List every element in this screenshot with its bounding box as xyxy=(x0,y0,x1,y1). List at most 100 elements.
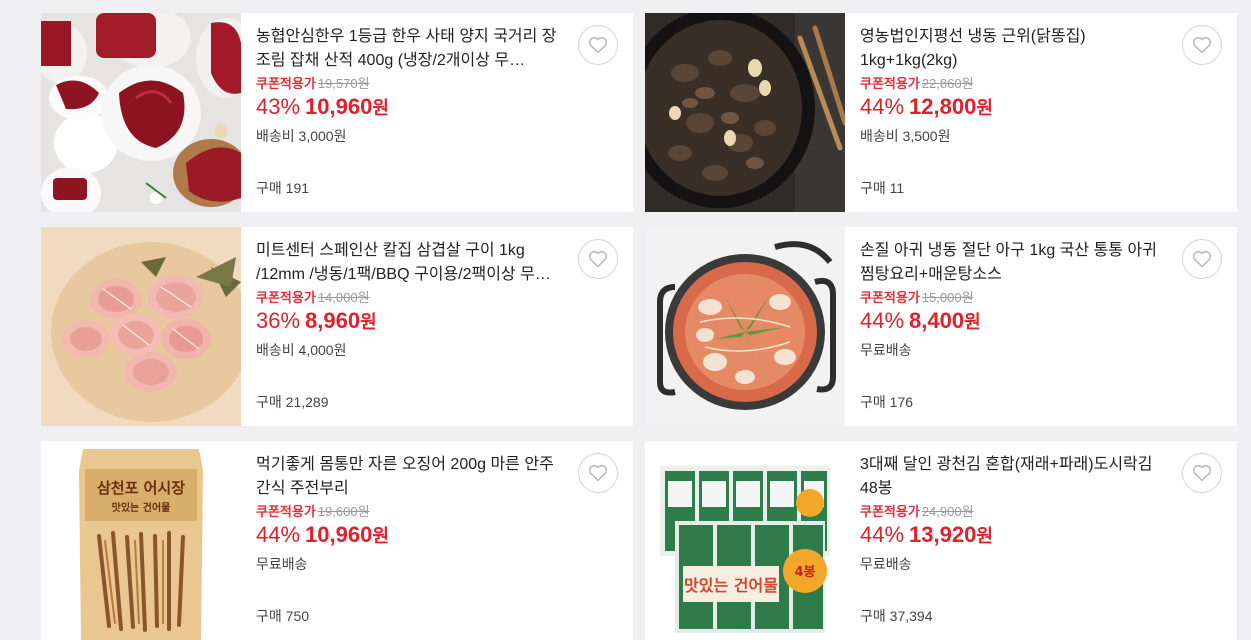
product-image[interactable] xyxy=(41,13,241,212)
heart-icon xyxy=(588,465,608,482)
purchase-count-label: 구매 xyxy=(860,180,886,196)
original-price-row: 쿠폰적용가 24,900원 xyxy=(860,504,1167,520)
purchase-count: 구매 191 xyxy=(256,178,309,198)
original-price: 24,900원 xyxy=(921,504,974,519)
coupon-label: 쿠폰적용가 xyxy=(256,76,316,91)
package-brand-text: 삼천포 어시장 xyxy=(97,479,185,497)
heart-icon xyxy=(1192,37,1212,54)
original-price: 14,000원 xyxy=(317,290,370,305)
currency-unit: 원 xyxy=(372,98,389,118)
wishlist-button[interactable] xyxy=(578,25,618,65)
product-card[interactable]: 농협안심한우 1등급 한우 사태 양지 국거리 장조림 잡채 산적 400g (… xyxy=(41,13,633,212)
coupon-label: 쿠폰적용가 xyxy=(860,76,920,91)
currency-unit: 원 xyxy=(976,526,993,546)
purchase-count: 구매 176 xyxy=(860,392,913,412)
product-info: 영농법인지평선 냉동 근위(닭똥집) 1kg+1kg(2kg) 쿠폰적용가 22,… xyxy=(845,13,1237,212)
sale-price: 10,960 xyxy=(305,94,373,119)
purchase-count-value: 21,289 xyxy=(285,394,329,410)
beef-cuts-image xyxy=(41,13,241,212)
package-sub-text: 맛있는 건어물 xyxy=(112,501,171,514)
original-price: 15,000원 xyxy=(921,290,974,305)
product-card[interactable]: 영농법인지평선 냉동 근위(닭똥집) 1kg+1kg(2kg) 쿠폰적용가 22,… xyxy=(645,13,1237,212)
product-card[interactable]: 맛있는 건어물 4봉 3대째 달인 광천김 혼합(재래+파래)도시락김 48봉 … xyxy=(645,441,1237,640)
product-info: 먹기좋게 몸통만 자른 오징어 200g 마른 안주 간식 주전부리 쿠폰적용가… xyxy=(241,441,633,640)
purchase-count: 구매 750 xyxy=(256,606,309,626)
heart-icon xyxy=(588,251,608,268)
discount-rate: 44% xyxy=(860,94,905,119)
price-row: 44% 10,960 원 xyxy=(256,522,563,549)
original-price: 19,570원 xyxy=(317,76,370,91)
original-price-row: 쿠폰적용가 15,000원 xyxy=(860,290,1167,306)
sale-price: 12,800 xyxy=(909,94,977,119)
sale-price: 10,960 xyxy=(305,522,373,547)
seaweed-packs-image: 맛있는 건어물 4봉 xyxy=(645,441,845,640)
original-price-row: 쿠폰적용가 22,860원 xyxy=(860,76,1167,92)
heart-icon xyxy=(1192,465,1212,482)
product-image[interactable]: 삼천포 어시장 맛있는 건어물 xyxy=(41,441,241,640)
purchase-count-label: 구매 xyxy=(256,180,282,196)
shipping-info: 배송비 4,000원 xyxy=(256,342,347,358)
product-title[interactable]: 농협안심한우 1등급 한우 사태 양지 국거리 장조림 잡채 산적 400g (… xyxy=(256,25,563,73)
purchase-count-label: 구매 xyxy=(256,394,282,410)
shipping-info: 배송비 3,500원 xyxy=(860,128,951,144)
pork-belly-rolls-image xyxy=(41,227,241,426)
discount-rate: 44% xyxy=(256,522,301,547)
original-price-row: 쿠폰적용가 19,600원 xyxy=(256,504,563,520)
coupon-label: 쿠폰적용가 xyxy=(860,504,920,519)
price-row: 44% 8,400 원 xyxy=(860,308,1167,335)
product-title[interactable]: 먹기좋게 몸통만 자른 오징어 200g 마른 안주 간식 주전부리 xyxy=(256,453,563,501)
coupon-label: 쿠폰적용가 xyxy=(860,290,920,305)
wishlist-button[interactable] xyxy=(1182,25,1222,65)
discount-rate: 36% xyxy=(256,308,301,333)
purchase-count: 구매 11 xyxy=(860,178,904,198)
heart-icon xyxy=(1192,251,1212,268)
original-price: 22,860원 xyxy=(921,76,974,91)
product-image[interactable] xyxy=(645,13,845,212)
product-info: 농협안심한우 1등급 한우 사태 양지 국거리 장조림 잡채 산적 400g (… xyxy=(241,13,633,212)
discount-rate: 44% xyxy=(860,522,905,547)
original-price-row: 쿠폰적용가 19,570원 xyxy=(256,76,563,92)
sale-price: 8,960 xyxy=(305,308,361,333)
coupon-label: 쿠폰적용가 xyxy=(256,290,316,305)
shipping-info: 무료배송 xyxy=(256,556,308,572)
purchase-count-value: 37,394 xyxy=(889,608,933,624)
monkfish-stew-pot-image xyxy=(645,227,845,426)
currency-unit: 원 xyxy=(360,312,377,332)
product-info: 미트센터 스페인산 칼집 삼겹살 구이 1kg /12mm /냉동/1팩/BBQ… xyxy=(241,227,633,426)
package-count-text: 맛있는 건어물 xyxy=(684,576,778,595)
product-card[interactable]: 미트센터 스페인산 칼집 삼겹살 구이 1kg /12mm /냉동/1팩/BBQ… xyxy=(41,227,633,426)
product-image[interactable] xyxy=(41,227,241,426)
sale-price: 13,920 xyxy=(909,522,977,547)
wishlist-button[interactable] xyxy=(1182,453,1222,493)
shipping-info: 무료배송 xyxy=(860,342,912,358)
price-row: 44% 12,800 원 xyxy=(860,94,1167,121)
discount-rate: 44% xyxy=(860,308,905,333)
dried-squid-package-image: 삼천포 어시장 맛있는 건어물 xyxy=(41,441,241,640)
product-title[interactable]: 3대째 달인 광천김 혼합(재래+파래)도시락김 48봉 xyxy=(860,453,1167,501)
wishlist-button[interactable] xyxy=(578,239,618,279)
product-image[interactable] xyxy=(645,227,845,426)
product-title[interactable]: 영농법인지평선 냉동 근위(닭똥집) 1kg+1kg(2kg) xyxy=(860,25,1167,73)
heart-icon xyxy=(588,37,608,54)
product-card[interactable]: 삼천포 어시장 맛있는 건어물 먹기좋게 몸통만 자른 오징어 200g 마른 … xyxy=(41,441,633,640)
price-row: 44% 13,920 원 xyxy=(860,522,1167,549)
shipping-info: 무료배송 xyxy=(860,556,912,572)
purchase-count-label: 구매 xyxy=(256,608,282,624)
wishlist-button[interactable] xyxy=(1182,239,1222,279)
purchase-count: 구매 21,289 xyxy=(256,392,328,412)
product-card[interactable]: 손질 아귀 냉동 절단 아구 1kg 국산 통통 아귀 찜탕요리+매운탕소스 쿠… xyxy=(645,227,1237,426)
purchase-count-value: 11 xyxy=(889,180,905,196)
price-row: 36% 8,960 원 xyxy=(256,308,563,335)
product-grid: 농협안심한우 1등급 한우 사태 양지 국거리 장조림 잡채 산적 400g (… xyxy=(41,13,1237,640)
sale-price: 8,400 xyxy=(909,308,965,333)
product-image[interactable]: 맛있는 건어물 4봉 xyxy=(645,441,845,640)
wishlist-button[interactable] xyxy=(578,453,618,493)
price-row: 43% 10,960 원 xyxy=(256,94,563,121)
product-title[interactable]: 손질 아귀 냉동 절단 아구 1kg 국산 통통 아귀 찜탕요리+매운탕소스 xyxy=(860,239,1167,287)
product-title[interactable]: 미트센터 스페인산 칼집 삼겹살 구이 1kg /12mm /냉동/1팩/BBQ… xyxy=(256,239,563,287)
currency-unit: 원 xyxy=(976,98,993,118)
purchase-count: 구매 37,394 xyxy=(860,606,932,626)
purchase-count-label: 구매 xyxy=(860,394,886,410)
shipping-info: 배송비 3,000원 xyxy=(256,128,347,144)
purchase-count-value: 191 xyxy=(285,180,310,196)
